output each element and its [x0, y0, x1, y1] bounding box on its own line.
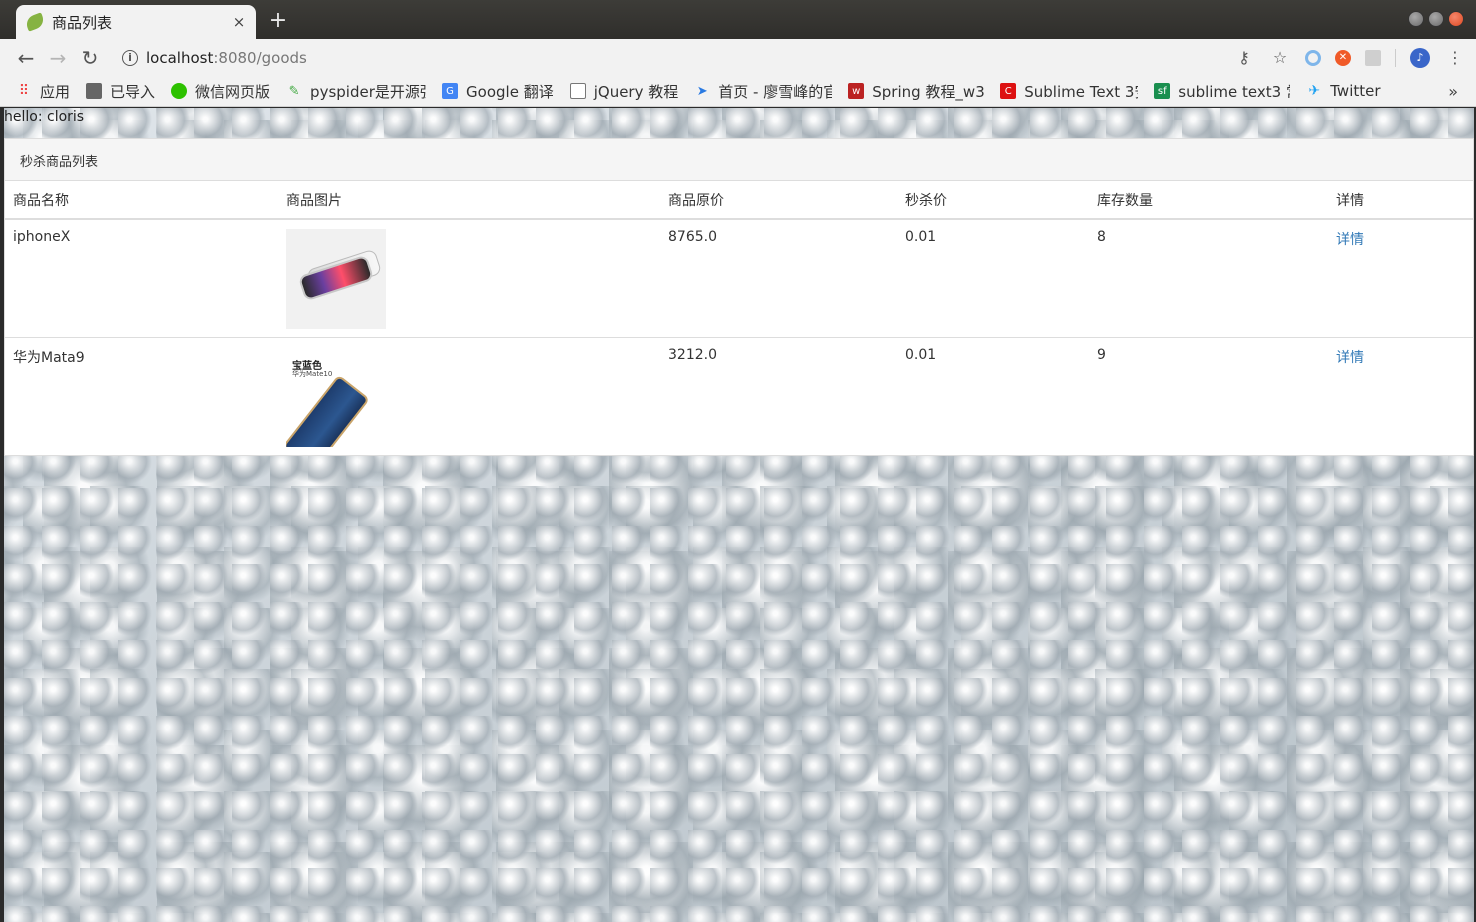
- iphone-image: [286, 229, 386, 329]
- menu-kebab-icon[interactable]: ⋮: [1444, 48, 1466, 67]
- bookmark-label: 微信网页版: [195, 82, 271, 101]
- detail-link[interactable]: 详情: [1336, 350, 1364, 366]
- google-translate-icon: G: [442, 83, 459, 99]
- goods-image-cell: 宝蓝色 华为Mate10: [278, 337, 660, 455]
- tab-title: 商品列表: [52, 13, 113, 32]
- goods-price: 8765.0: [668, 229, 717, 245]
- column-header: 商品图片: [278, 181, 660, 220]
- detail-cell: 详情: [1328, 219, 1473, 338]
- folder-icon: [86, 83, 103, 99]
- tab-close-button[interactable]: ×: [228, 13, 250, 31]
- forward-arrow-icon[interactable]: →: [42, 46, 74, 70]
- table-row: 华为Mata9 宝蓝色 华为Mate10 3212.0 0.01 9 详情: [5, 337, 1473, 455]
- bookmark-label: 应用: [40, 82, 71, 101]
- maximize-button[interactable]: [1428, 11, 1444, 27]
- miaosha-price: 0.01: [897, 337, 1089, 455]
- site-info-icon[interactable]: i: [122, 49, 138, 66]
- bookmark-label: 首页 - 廖雪峰的官: [718, 82, 833, 101]
- w3c-icon: w: [848, 83, 865, 99]
- bookmark-label: Twitter: [1330, 82, 1381, 100]
- goods-panel: 秒杀商品列表 商品名称 商品图片 商品原价 秒杀价 库存数量 详情 iphone…: [4, 138, 1474, 456]
- column-header: 库存数量: [1089, 181, 1328, 220]
- twitter-bird-icon: ✈: [1308, 83, 1321, 99]
- table-row: iphoneX 8765.0 0.01 8 详情: [5, 219, 1473, 338]
- bookmark-label: pyspider是开源强: [310, 82, 427, 101]
- extension-orange-icon[interactable]: ✕: [1335, 49, 1351, 66]
- bookmark-liaoxuefeng[interactable]: ➤ 首页 - 廖雪峰的官: [694, 81, 832, 102]
- pencil-icon: ✎: [288, 83, 300, 99]
- new-tab-button[interactable]: +: [266, 8, 290, 34]
- bookmark-imported[interactable]: 已导入: [86, 81, 155, 102]
- bookmark-label: 已导入: [110, 82, 156, 101]
- bookmark-sublime-text3[interactable]: sf sublime text3 常: [1154, 81, 1290, 102]
- url-path: :8080/goods: [213, 48, 307, 67]
- bookmark-label: sublime text3 常: [1178, 82, 1291, 101]
- panel-title: 秒杀商品列表: [5, 139, 1473, 181]
- column-header: 详情: [1328, 181, 1473, 220]
- extension-gray-icon[interactable]: [1365, 49, 1381, 66]
- stock-count: 8: [1097, 229, 1106, 245]
- bookmarks-overflow-button[interactable]: »: [1448, 82, 1458, 101]
- window-close-button[interactable]: [1448, 11, 1464, 27]
- table-header-row: 商品名称 商品图片 商品原价 秒杀价 库存数量 详情: [5, 181, 1473, 220]
- bookmark-sublime-text[interactable]: C Sublime Text 3安: [1000, 81, 1138, 102]
- star-bookmark-icon[interactable]: ☆: [1269, 48, 1291, 67]
- bookmark-spring-w3c[interactable]: w Spring 教程_w3c: [848, 81, 984, 102]
- detail-link[interactable]: 详情: [1336, 232, 1364, 248]
- profile-avatar-icon[interactable]: ♪: [1410, 47, 1430, 68]
- bookmark-label: Spring 教程_w3c: [872, 82, 985, 101]
- tab-strip: 商品列表 × +: [0, 0, 1476, 39]
- bookmark-jquery[interactable]: jQuery 教程: [569, 81, 679, 102]
- page-viewport: hello: cloris 秒杀商品列表 商品名称 商品图片 商品原价 秒杀价 …: [4, 108, 1474, 922]
- reload-icon[interactable]: ↻: [74, 46, 106, 70]
- toolbar-actions: ⚷ ☆ ✕ ♪ ⋮: [1233, 39, 1466, 76]
- bookmark-apps[interactable]: ⠿ 应用: [16, 81, 70, 102]
- page-icon: [569, 83, 586, 99]
- extension-ring-icon[interactable]: [1305, 49, 1321, 66]
- column-header: 商品原价: [660, 181, 897, 220]
- stock-count: 9: [1089, 337, 1328, 455]
- toolbar-separator: [1395, 48, 1396, 67]
- huawei-image: 宝蓝色 华为Mate10: [286, 347, 386, 447]
- goods-name: 华为Mata9: [5, 337, 278, 455]
- minimize-button[interactable]: [1408, 11, 1424, 27]
- wechat-icon: [171, 83, 188, 99]
- browser-toolbar: ← → ↻ i localhost:8080/goods ⚷ ☆ ✕ ♪ ⋮: [0, 39, 1476, 76]
- bookmark-label: Google 翻译: [466, 82, 554, 101]
- address-bar[interactable]: i localhost:8080/goods: [112, 43, 1292, 72]
- goods-name: iphoneX: [13, 229, 71, 245]
- bookmark-label: jQuery 教程: [593, 82, 679, 101]
- bookmark-twitter[interactable]: ✈ Twitter: [1306, 82, 1380, 100]
- rocket-icon: ➤: [696, 83, 708, 99]
- bookmarks-bar: ⠿ 应用 已导入 微信网页版 ✎ pyspider是开源强 G Google 翻译 j…: [0, 76, 1476, 107]
- bookmark-pyspider[interactable]: ✎ pyspider是开源强: [286, 81, 426, 102]
- bookmark-google-translate[interactable]: G Google 翻译: [442, 81, 554, 102]
- phone-body-shape: [286, 374, 371, 447]
- column-header: 商品名称: [5, 181, 278, 220]
- greeting-text: hello: cloris: [4, 109, 85, 125]
- bookmark-label: Sublime Text 3安: [1024, 82, 1139, 101]
- image-subcaption: 华为Mate10: [292, 370, 333, 378]
- back-arrow-icon[interactable]: ←: [10, 46, 42, 70]
- window-controls: [1408, 11, 1464, 27]
- goods-table: 商品名称 商品图片 商品原价 秒杀价 库存数量 详情 iphoneX 8765.…: [5, 181, 1473, 455]
- sf-icon: sf: [1154, 83, 1171, 99]
- apps-grid-icon: ⠿: [18, 83, 30, 99]
- browser-tab[interactable]: 商品列表 ×: [16, 5, 256, 39]
- url-host: localhost: [146, 48, 214, 67]
- spring-leaf-icon: [24, 12, 46, 32]
- miaosha-price: 0.01: [905, 229, 937, 245]
- goods-price: 3212.0: [660, 337, 897, 455]
- key-icon[interactable]: ⚷: [1233, 48, 1255, 67]
- goods-image-cell: [278, 219, 660, 338]
- detail-cell: 详情: [1328, 337, 1473, 455]
- column-header: 秒杀价: [897, 181, 1089, 220]
- bookmark-wechat[interactable]: 微信网页版: [171, 81, 270, 102]
- c-logo-icon: C: [1000, 83, 1017, 99]
